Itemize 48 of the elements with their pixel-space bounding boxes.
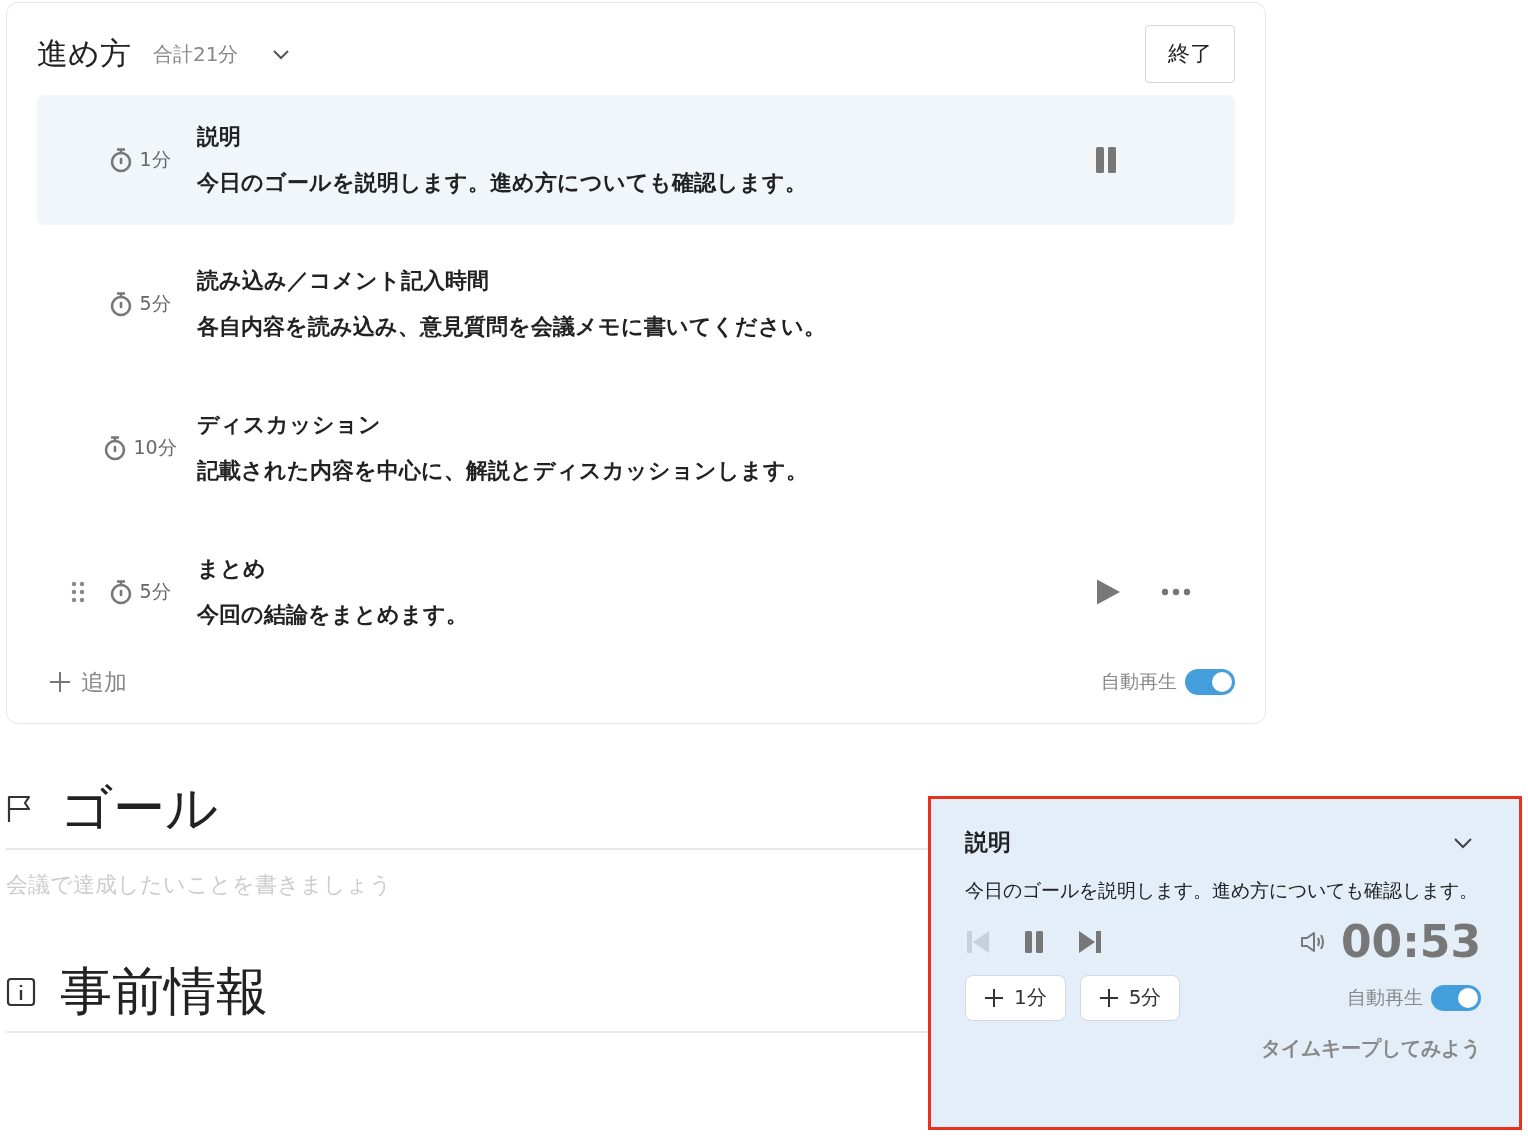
plus-icon (984, 987, 1004, 1008)
agenda-step[interactable]: 10分 ディスカッション 記載された内容を中心に、解説とディスカッションします。 (37, 383, 1235, 513)
step-duration: 5分 (139, 291, 171, 316)
autoplay-toggle[interactable] (1185, 669, 1235, 695)
plus-icon (49, 671, 71, 693)
speaker-icon[interactable] (1298, 929, 1327, 954)
chevron-down-icon[interactable] (272, 48, 291, 60)
drag-handle-icon[interactable] (71, 581, 85, 603)
step-title: まとめ (197, 555, 267, 583)
timer-step-title: 説明 (965, 828, 1011, 857)
plus-icon (1098, 987, 1119, 1008)
step-description: 今回の結論をまとめます。 (197, 601, 469, 629)
stopwatch-icon (103, 435, 128, 461)
add-step-button[interactable]: 追加 (37, 666, 127, 698)
chevron-down-icon[interactable] (1453, 836, 1473, 849)
step-description: 各自内容を読み込み、意見質問を会議メモに書いてください。 (197, 313, 827, 341)
stopwatch-icon (109, 579, 134, 605)
stopwatch-icon (109, 291, 134, 317)
agenda-step[interactable]: 1分 説明 今日のゴールを説明します。進め方についても確認します。 (37, 95, 1235, 225)
step-description: 記載された内容を中心に、解説とディスカッションします。 (197, 457, 809, 485)
step-duration: 1分 (139, 147, 171, 172)
step-title: 読み込み／コメント記入時間 (197, 267, 490, 295)
autoplay-label: 自動再生 (1101, 669, 1177, 694)
section-title: ゴール (60, 777, 218, 840)
play-icon[interactable] (1095, 578, 1121, 606)
info-icon (6, 977, 36, 1007)
agenda-title: 進め方 (37, 34, 131, 73)
autoplay-toggle[interactable] (1431, 984, 1481, 1011)
timer-description: 今日のゴールを説明します。進め方についても確認します。 (965, 878, 1479, 903)
timer-time: 00:53 (1340, 916, 1481, 967)
step-duration: 10分 (133, 435, 177, 460)
pause-icon[interactable] (1095, 146, 1117, 174)
step-title: ディスカッション (197, 411, 382, 439)
end-button[interactable]: 終了 (1145, 25, 1235, 83)
add-time-button[interactable]: 1分 (965, 974, 1066, 1021)
step-description: 今日のゴールを説明します。進め方についても確認します。 (197, 169, 808, 197)
section-title: 事前情報 (60, 960, 268, 1023)
stopwatch-icon (109, 147, 134, 173)
agenda-step[interactable]: 5分 読み込み／コメント記入時間 各自内容を読み込み、意見質問を会議メモに書いてください。 (37, 239, 1235, 369)
autoplay-label: 自動再生 (1347, 984, 1423, 1010)
step-duration: 5分 (139, 579, 171, 604)
pause-icon[interactable] (1023, 928, 1045, 955)
agenda-step[interactable]: 5分 まとめ 今回の結論をまとめます。 (37, 527, 1235, 657)
add-time-button[interactable]: 5分 (1079, 974, 1181, 1021)
step-title: 説明 (197, 123, 242, 151)
total-duration: 合計21分 (153, 40, 239, 68)
skip-next-icon[interactable] (1077, 928, 1103, 955)
more-icon[interactable] (1161, 588, 1191, 596)
